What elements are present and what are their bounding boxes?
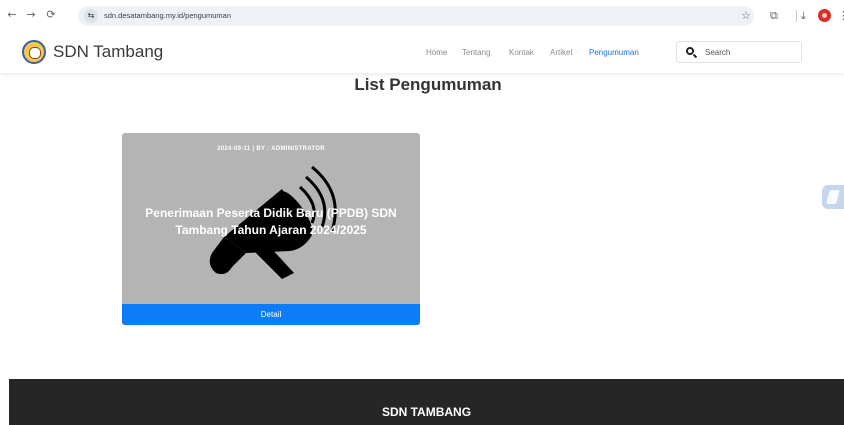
nav-tentang[interactable]: Tentang: [462, 48, 490, 57]
bookmark-star-icon[interactable]: ☆: [741, 9, 751, 23]
site-header: SDN Tambang Home Tentang Kontak Artikel …: [0, 33, 844, 73]
nav-kontak[interactable]: Kontak: [509, 48, 534, 57]
floating-widget-tab[interactable]: [822, 185, 844, 209]
nav-pengumuman[interactable]: Pengumuman: [589, 48, 639, 57]
browser-menu-icon[interactable]: ⋮: [838, 9, 844, 23]
nav-home[interactable]: Home: [426, 48, 447, 57]
search-input[interactable]: [705, 46, 795, 59]
footer-title: SDN TAMBANG: [381, 405, 472, 419]
browser-toolbar: ← → ⟳ ⇆ sdn.desatambang.my.id/pengumuman…: [0, 0, 844, 33]
back-icon[interactable]: ←: [5, 8, 19, 22]
download-icon[interactable]: ⤓: [801, 9, 806, 23]
school-logo[interactable]: [22, 40, 46, 64]
announcement-meta: 2024-09-11 | BY : ADMINISTRATOR: [217, 146, 325, 152]
reload-icon[interactable]: ⟳: [44, 8, 58, 22]
forward-icon[interactable]: →: [24, 8, 38, 22]
nav-artikel[interactable]: Artikel: [550, 48, 572, 57]
profile-avatar[interactable]: [818, 9, 831, 22]
detail-button[interactable]: Detail: [122, 304, 420, 325]
announcement-card[interactable]: 2024-09-11 | BY : ADMINISTRATOR Penerima…: [122, 133, 420, 325]
announcement-title[interactable]: Penerimaan Peserta Didik Baru (PPDB) SDN…: [126, 205, 416, 239]
toolbar-divider: [796, 10, 797, 22]
site-footer: SDN TAMBANG: [9, 379, 844, 425]
page-title: List Pengumuman: [354, 75, 502, 94]
search-box[interactable]: [676, 41, 802, 63]
url-text[interactable]: sdn.desatambang.my.id/pengumuman: [104, 11, 231, 20]
brand-name[interactable]: SDN Tambang: [53, 42, 163, 62]
extensions-icon[interactable]: ⧉: [770, 9, 778, 23]
site-settings-icon[interactable]: ⇆: [84, 9, 98, 23]
search-icon: [686, 47, 694, 55]
